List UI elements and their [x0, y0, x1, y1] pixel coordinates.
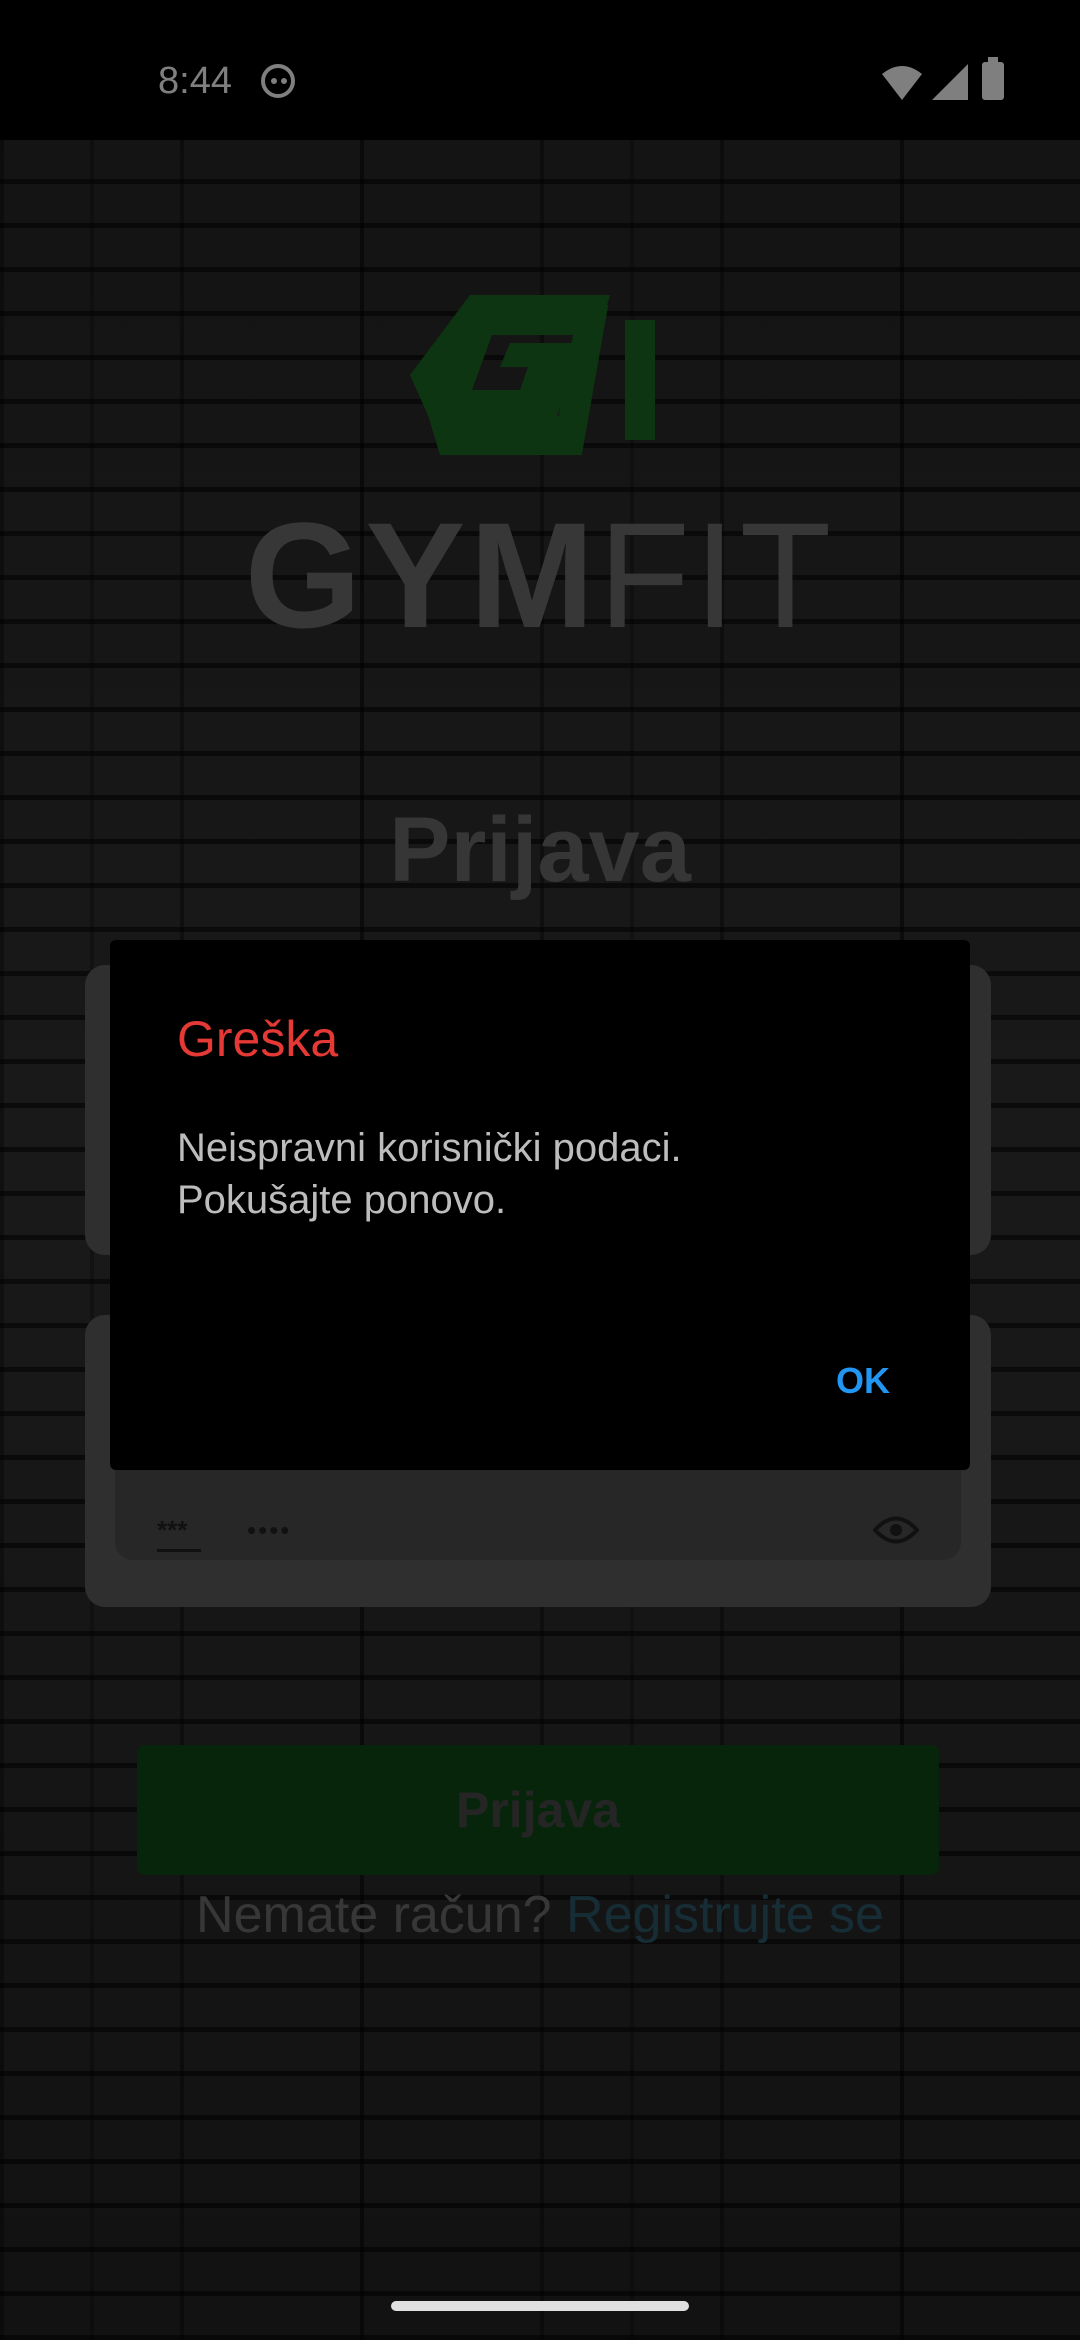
- ok-button[interactable]: OK: [836, 1360, 890, 1402]
- dialog-title: Greška: [177, 1011, 339, 1067]
- error-dialog: Greška Neispravni korisnički podaci. Pok…: [110, 940, 970, 1470]
- dialog-message-line2: Pokušajte ponovo.: [177, 1178, 507, 1222]
- dialog-message: Neispravni korisnički podaci. Pokušajte …: [177, 1122, 897, 1226]
- dialog-message-line1: Neispravni korisnički podaci.: [177, 1126, 682, 1170]
- home-indicator[interactable]: [391, 2301, 689, 2311]
